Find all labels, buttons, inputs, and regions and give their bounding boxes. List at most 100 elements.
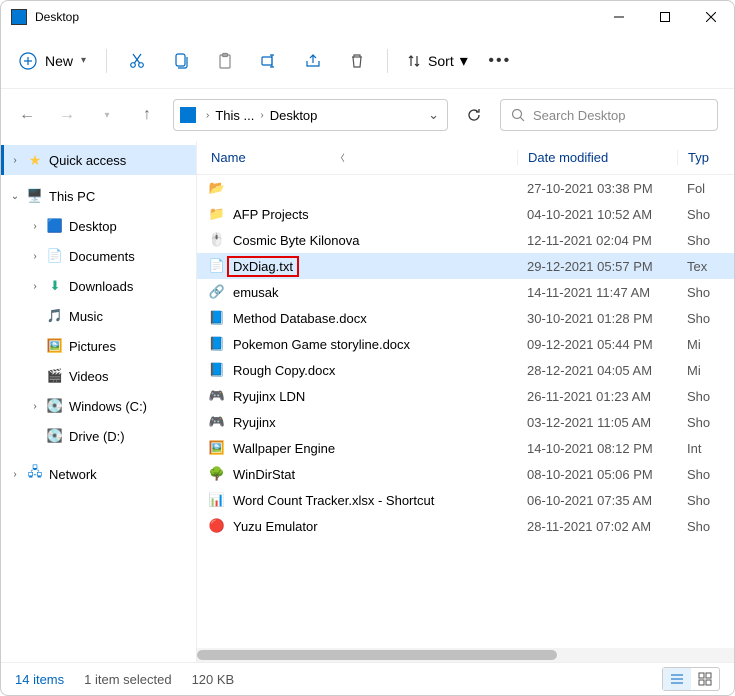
sidebar-item-drive-d[interactable]: 💽 Drive (D:) [1, 421, 196, 451]
file-modified: 04-10-2021 10:52 AM [517, 207, 677, 222]
sort-icon [406, 53, 422, 69]
column-type[interactable]: Typ [677, 150, 734, 165]
file-modified: 28-12-2021 04:05 AM [517, 363, 677, 378]
sidebar-item-network[interactable]: › 🖧 Network [1, 459, 196, 489]
icons-view-button[interactable] [691, 668, 719, 690]
breadcrumb-seg[interactable]: Desktop [270, 108, 318, 123]
file-row[interactable]: 🎮Ryujinx03-12-2021 11:05 AMSho [197, 409, 734, 435]
file-name: Word Count Tracker.xlsx - Shortcut [233, 493, 434, 508]
rename-button[interactable] [249, 41, 289, 81]
desktop-icon: 🟦 [47, 218, 63, 234]
file-icon: 📘 [209, 362, 225, 378]
sidebar-item-downloads[interactable]: › ⬇ Downloads [1, 271, 196, 301]
sidebar-item-windows-c[interactable]: › 💽 Windows (C:) [1, 391, 196, 421]
sidebar-label: Videos [69, 369, 109, 384]
up-button[interactable]: ↑ [133, 101, 161, 129]
file-row[interactable]: 📁AFP Projects04-10-2021 10:52 AMSho [197, 201, 734, 227]
file-type: Mi [677, 337, 734, 352]
file-modified: 06-10-2021 07:35 AM [517, 493, 677, 508]
back-button[interactable]: ← [13, 101, 41, 129]
file-row[interactable]: 🔴Yuzu Emulator28-11-2021 07:02 AMSho [197, 513, 734, 539]
file-row[interactable]: 📂27-10-2021 03:38 PMFol [197, 175, 734, 201]
chevron-right-icon: › [29, 221, 41, 232]
recent-chevron[interactable]: ▾ [93, 101, 121, 129]
minimize-button[interactable] [596, 1, 642, 33]
file-type: Tex [677, 259, 734, 274]
more-button[interactable]: ••• [480, 41, 520, 81]
file-row[interactable]: 📘Method Database.docx30-10-2021 01:28 PM… [197, 305, 734, 331]
file-row[interactable]: 🌳WinDirStat08-10-2021 05:06 PMSho [197, 461, 734, 487]
horizontal-scrollbar[interactable] [197, 648, 734, 662]
sidebar-label: Network [49, 467, 97, 482]
sidebar-item-this-pc[interactable]: ⌄ 🖥️ This PC [1, 181, 196, 211]
sidebar-item-pictures[interactable]: 🖼️ Pictures [1, 331, 196, 361]
selected-size: 120 KB [192, 672, 235, 687]
file-icon: 🔗 [209, 284, 225, 300]
column-name[interactable]: Name〈 [197, 150, 517, 165]
search-input[interactable]: Search Desktop [500, 99, 718, 131]
sort-button[interactable]: Sort ▾ [398, 45, 476, 77]
file-row[interactable]: 🖼️Wallpaper Engine14-10-2021 08:12 PMInt [197, 435, 734, 461]
sidebar-item-quick-access[interactable]: › ★ Quick access [1, 145, 196, 175]
window-title: Desktop [35, 10, 79, 24]
sidebar-label: Music [69, 309, 103, 324]
sidebar: › ★ Quick access ⌄ 🖥️ This PC › 🟦 Deskto… [1, 141, 197, 662]
file-type: Int [677, 441, 734, 456]
sidebar-item-music[interactable]: 🎵 Music [1, 301, 196, 331]
file-type: Mi [677, 363, 734, 378]
file-modified: 27-10-2021 03:38 PM [517, 181, 677, 196]
title-bar: Desktop [1, 1, 734, 33]
close-button[interactable] [688, 1, 734, 33]
file-pane: Name〈 Date modified Typ 📂27-10-2021 03:3… [197, 141, 734, 662]
downloads-icon: ⬇ [47, 278, 63, 294]
sidebar-item-documents[interactable]: › 📄 Documents [1, 241, 196, 271]
file-row[interactable]: 📊Word Count Tracker.xlsx - Shortcut06-10… [197, 487, 734, 513]
file-row[interactable]: 📄DxDiag.txt29-12-2021 05:57 PMTex [197, 253, 734, 279]
file-type: Sho [677, 285, 734, 300]
file-icon: 🌳 [209, 466, 225, 482]
videos-icon: 🎬 [47, 368, 63, 384]
file-row[interactable]: 📘Rough Copy.docx28-12-2021 04:05 AMMi [197, 357, 734, 383]
forward-button[interactable]: → [53, 101, 81, 129]
file-name: WinDirStat [233, 467, 295, 482]
column-modified[interactable]: Date modified [517, 150, 677, 165]
nav-row: ← → ▾ ↑ › This ... › Desktop ⌄ Search De… [1, 89, 734, 141]
network-icon: 🖧 [27, 466, 43, 482]
refresh-button[interactable] [460, 101, 488, 129]
share-button[interactable] [293, 41, 333, 81]
breadcrumb-expand[interactable]: ⌄ [420, 107, 447, 123]
file-icon: 🖼️ [209, 440, 225, 456]
new-button[interactable]: New ▾ [9, 46, 96, 76]
plus-icon [19, 52, 37, 70]
sidebar-item-videos[interactable]: 🎬 Videos [1, 361, 196, 391]
pictures-icon: 🖼️ [47, 338, 63, 354]
search-placeholder: Search Desktop [533, 108, 626, 123]
chevron-right-icon: › [29, 251, 41, 262]
sidebar-item-desktop[interactable]: › 🟦 Desktop [1, 211, 196, 241]
documents-icon: 📄 [47, 248, 63, 264]
maximize-button[interactable] [642, 1, 688, 33]
breadcrumb-seg[interactable]: This ... [215, 108, 254, 123]
sort-caret-icon: 〈 [336, 151, 345, 164]
separator [387, 49, 388, 73]
file-modified: 26-11-2021 01:23 AM [517, 389, 677, 404]
drive-icon: 💽 [47, 428, 63, 444]
file-row[interactable]: 🔗emusak14-11-2021 11:47 AMSho [197, 279, 734, 305]
cut-button[interactable] [117, 41, 157, 81]
file-row[interactable]: 🖱️Cosmic Byte Kilonova12-11-2021 02:04 P… [197, 227, 734, 253]
copy-button[interactable] [161, 41, 201, 81]
details-view-button[interactable] [663, 668, 691, 690]
selected-count: 1 item selected [84, 672, 171, 687]
paste-button[interactable] [205, 41, 245, 81]
folder-icon [180, 107, 196, 123]
scrollbar-thumb[interactable] [197, 650, 557, 660]
breadcrumb[interactable]: › This ... › Desktop ⌄ [173, 99, 448, 131]
file-modified: 09-12-2021 05:44 PM [517, 337, 677, 352]
file-row[interactable]: 🎮Ryujinx LDN26-11-2021 01:23 AMSho [197, 383, 734, 409]
sort-label: Sort [428, 53, 454, 69]
sidebar-label: Drive (D:) [69, 429, 125, 444]
item-count: 14 items [15, 672, 64, 687]
delete-button[interactable] [337, 41, 377, 81]
file-type: Sho [677, 467, 734, 482]
file-row[interactable]: 📘Pokemon Game storyline.docx09-12-2021 0… [197, 331, 734, 357]
